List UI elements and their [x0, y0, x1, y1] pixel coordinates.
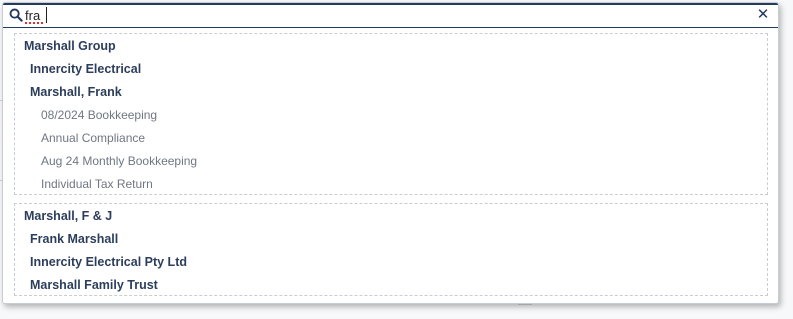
result-job[interactable]: Individual Tax Return [15, 173, 767, 196]
search-popup: ✕ Marshall GroupInnercity ElectricalMars… [2, 2, 779, 304]
result-entity-group[interactable]: Marshall Group [15, 35, 767, 58]
result-job[interactable]: Aug 24 Monthly Bookkeeping [15, 150, 767, 173]
result-entity[interactable]: Marshall Family Trust [15, 274, 767, 297]
result-group: Marshall Group Innercity Electrical Marsha… [14, 33, 768, 195]
result-job[interactable]: Annual Compliance [15, 127, 767, 150]
result-job[interactable]: 08/2024 Bookkeeping [15, 104, 767, 127]
result-entity[interactable]: Innercity Electrical Pty Ltd [15, 251, 767, 274]
search-input[interactable] [25, 6, 725, 24]
search-bar: ✕ [3, 3, 778, 28]
spellcheck-underline [25, 22, 45, 24]
result-entity[interactable]: Innercity Electrical [15, 58, 767, 81]
text-cursor [46, 7, 47, 23]
close-icon[interactable]: ✕ [756, 6, 770, 24]
result-group: Marshall, F & J Frank Marshall Innercity E… [14, 203, 768, 296]
result-entity[interactable]: Marshall, Frank [15, 81, 767, 104]
search-icon [9, 8, 23, 22]
result-entity-group[interactable]: Marshall, F & J [15, 205, 767, 228]
result-entity[interactable]: Frank Marshall [15, 228, 767, 251]
